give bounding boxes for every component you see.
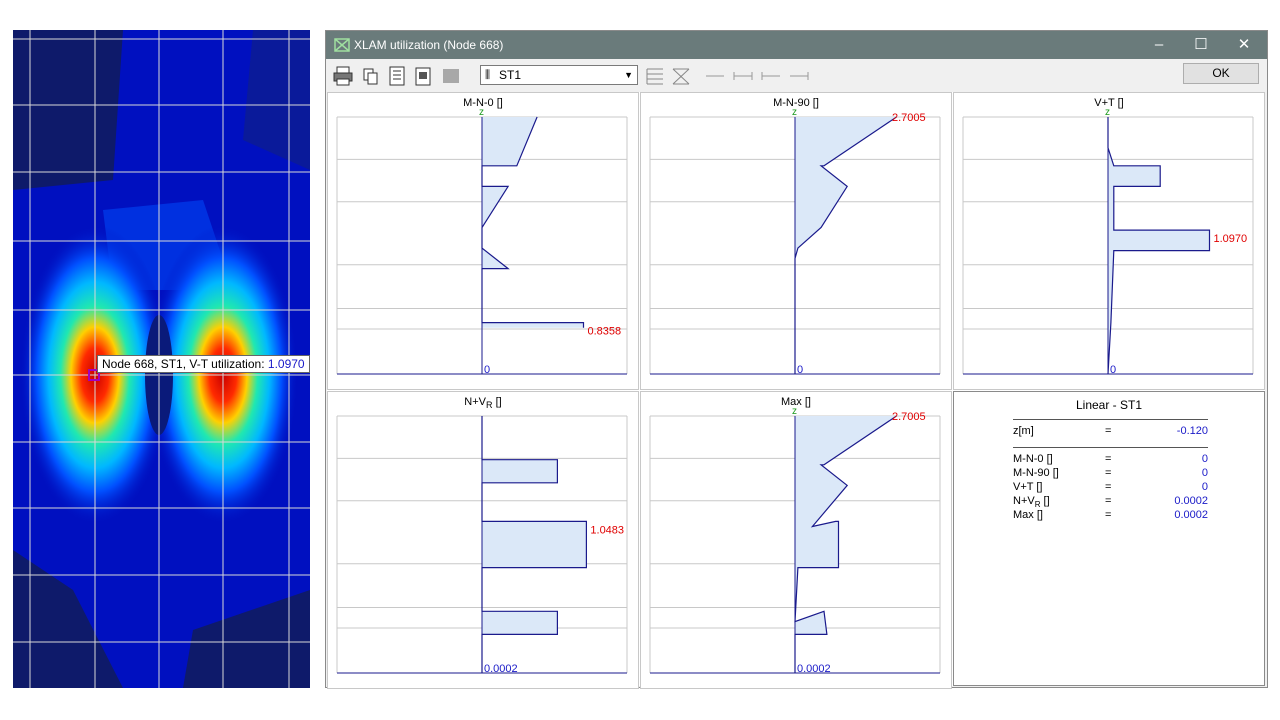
window-title: XLAM utilization (Node 668) bbox=[354, 38, 504, 52]
summary-row-eq: = bbox=[1105, 495, 1112, 507]
print-icon[interactable] bbox=[332, 65, 354, 87]
summary-z-row: z[m] = -0.120 bbox=[1013, 425, 1208, 439]
z-axis-label: z bbox=[792, 406, 797, 417]
maximize-button[interactable]: ☐ bbox=[1181, 34, 1221, 56]
zero-value-label: 0 bbox=[797, 364, 803, 376]
dimension-icon-1[interactable] bbox=[704, 65, 726, 87]
summary-row-eq: = bbox=[1105, 453, 1112, 465]
summary-row: N+VR [] = 0.0002 bbox=[1013, 495, 1208, 509]
zero-value-label: 0 bbox=[1110, 364, 1116, 376]
max-value-label: 2.7005 bbox=[892, 112, 926, 124]
diagram-title: N+VR [] bbox=[464, 396, 501, 410]
title-bar[interactable]: XLAM utilization (Node 668) – ☐ ✕ bbox=[326, 31, 1267, 59]
tooltip-value: 1.0970 bbox=[267, 357, 305, 371]
diagram-mode-icon[interactable] bbox=[670, 65, 692, 87]
z-axis-label: z bbox=[792, 107, 797, 118]
diagram-svg: Max []z 2.70050.0002 bbox=[640, 391, 952, 689]
panel-m-n-0: M-N-0 [] z 0.8358 0 bbox=[327, 92, 639, 390]
toolbar: ⫼ ST1 ▼ OK bbox=[326, 59, 1267, 92]
summary-row-eq: = bbox=[1105, 481, 1112, 493]
z-axis-label: z bbox=[1105, 107, 1110, 118]
zero-value-label: 0 bbox=[484, 364, 490, 376]
max-value-label: 1.0970 bbox=[1214, 233, 1248, 245]
summary-row: M-N-90 [] = 0 bbox=[1013, 467, 1208, 481]
app-icon bbox=[334, 38, 350, 52]
summary-row: M-N-0 [] = 0 bbox=[1013, 453, 1208, 467]
summary-row-label: V+T [] bbox=[1013, 481, 1043, 493]
summary-row-value: 0 bbox=[1201, 453, 1208, 465]
export-report-icon[interactable] bbox=[412, 65, 434, 87]
zero-value-label: 0.0002 bbox=[797, 663, 831, 675]
summary-row-eq: = bbox=[1105, 509, 1112, 521]
summary-panel: Linear - ST1 z[m] = -0.120 M-N-0 [] = 0 M-N… bbox=[953, 391, 1265, 686]
summary-row-label: M-N-90 [] bbox=[1013, 467, 1059, 479]
summary-divider bbox=[1013, 447, 1208, 448]
xlam-utilization-dialog: XLAM utilization (Node 668) – ☐ ✕ ⫼ ST1 … bbox=[325, 30, 1268, 689]
summary-row-label: M-N-0 [] bbox=[1013, 453, 1053, 465]
summary-eq: = bbox=[1105, 425, 1112, 437]
diagram-svg: N+VR [] 1.0483 0.0002 bbox=[327, 391, 639, 689]
panel-max: Max [] z 2.7005 0.0002 bbox=[640, 391, 952, 689]
panel-v-t: V+T [] z 1.0970 0 bbox=[953, 92, 1265, 390]
disabled-tool-icon bbox=[443, 69, 459, 83]
summary-row-value: 0 bbox=[1201, 481, 1208, 493]
z-axis-label: z bbox=[479, 107, 484, 118]
diagram-svg: M-N-90 []z 2.70050 bbox=[640, 92, 952, 390]
max-value-label: 2.7005 bbox=[892, 411, 926, 423]
panel-m-n-90: M-N-90 [] z 2.7005 0 bbox=[640, 92, 952, 390]
summary-divider bbox=[1013, 419, 1208, 420]
summary-z-value: -0.120 bbox=[1176, 425, 1208, 437]
dimension-icon-3[interactable] bbox=[760, 65, 782, 87]
dimension-icon-4[interactable] bbox=[788, 65, 810, 87]
summary-row-value: 0 bbox=[1201, 467, 1208, 479]
max-value-label: 1.0483 bbox=[590, 524, 624, 536]
diagram-svg: M-N-0 []z0.83580 bbox=[327, 92, 639, 390]
diagram-svg: V+T []z1.09700 bbox=[953, 92, 1265, 390]
copy-icon[interactable] bbox=[360, 65, 382, 87]
node-tooltip: Node 668, ST1, V-T utilization: 1.0970 bbox=[97, 355, 310, 373]
close-button[interactable]: ✕ bbox=[1224, 34, 1264, 56]
ok-button[interactable]: OK bbox=[1183, 63, 1259, 84]
summary-row-label: Max [] bbox=[1013, 509, 1043, 521]
report-icon[interactable] bbox=[386, 65, 408, 87]
diagram-area: M-N-0 [] z 0.8358 0 M-N-90 [] z 2.7005 0 V+T [… bbox=[327, 92, 1265, 689]
zero-value-label: 0.0002 bbox=[484, 663, 518, 675]
summary-row: V+T [] = 0 bbox=[1013, 481, 1208, 495]
summary-row-eq: = bbox=[1105, 467, 1112, 479]
max-value-label: 0.8358 bbox=[588, 326, 622, 338]
chevron-down-icon: ▼ bbox=[624, 70, 633, 80]
summary-row-label: N+VR [] bbox=[1013, 495, 1050, 510]
loadcase-value: ST1 bbox=[499, 68, 522, 82]
loadcase-select[interactable]: ⫼ ST1 ▼ bbox=[480, 65, 638, 85]
tooltip-text: Node 668, ST1, V-T utilization: bbox=[102, 357, 265, 371]
summary-row-value: 0.0002 bbox=[1174, 495, 1208, 507]
summary-z-label: z[m] bbox=[1013, 425, 1034, 437]
panel-n-vr: N+VR [] 1.0483 0.0002 bbox=[327, 391, 639, 689]
summary-row: Max [] = 0.0002 bbox=[1013, 509, 1208, 523]
dimension-icon-2[interactable] bbox=[732, 65, 754, 87]
summary-row-value: 0.0002 bbox=[1174, 509, 1208, 521]
layers-icon[interactable] bbox=[644, 65, 666, 87]
minimize-button[interactable]: – bbox=[1139, 34, 1179, 56]
loadcase-icon: ⫼ bbox=[485, 69, 491, 81]
summary-title: Linear - ST1 bbox=[1075, 398, 1143, 412]
